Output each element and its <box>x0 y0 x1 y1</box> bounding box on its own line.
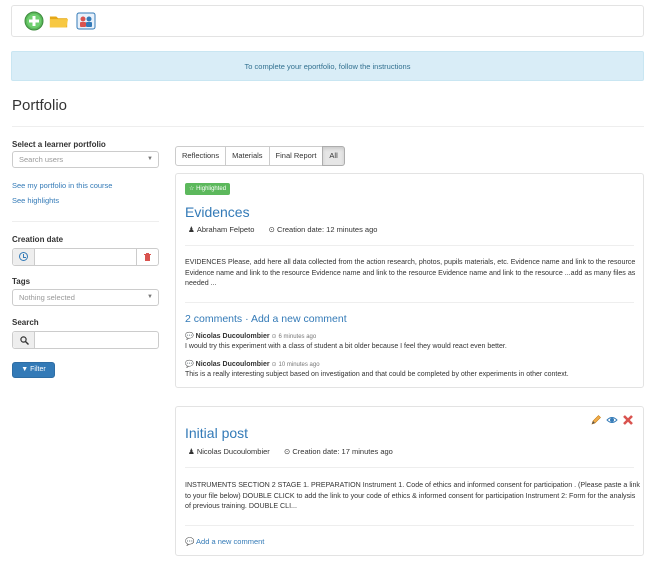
eye-icon[interactable] <box>606 414 618 426</box>
creation-date-label: Creation date <box>12 235 64 244</box>
caret-down-icon: ▼ <box>147 156 153 162</box>
post-card: ☆ Highlighted Evidences ♟ Abraham Felpet… <box>175 173 644 388</box>
post-divider <box>185 525 634 526</box>
highlighted-badge: ☆ Highlighted <box>185 183 231 195</box>
delete-x-icon[interactable] <box>622 414 634 426</box>
post-author: Nicolas Ducoulombier <box>196 447 270 456</box>
post-divider <box>185 302 634 303</box>
post-meta: ♟ Nicolas Ducoulombier ⊙ Creation date: … <box>188 447 393 456</box>
post-actions <box>589 414 634 429</box>
tab-materials[interactable]: Materials <box>225 146 270 166</box>
search-group <box>12 331 159 349</box>
user-icon: ♟ <box>188 225 195 234</box>
pencil-icon[interactable] <box>590 414 602 426</box>
sidebar-divider <box>12 221 159 222</box>
category-tabs: Reflections Materials Final Report All <box>175 146 345 166</box>
add-comment-label: Add a new comment <box>196 537 265 546</box>
tags-placeholder: Nothing selected <box>19 293 75 302</box>
clock-icon: ⊙ <box>268 225 275 234</box>
highlighted-badge-label: Highlighted <box>196 186 227 192</box>
caret-down-icon: ▼ <box>147 294 153 300</box>
clock-icon: ⊙ <box>283 447 291 456</box>
page-title: Portfolio <box>12 97 68 114</box>
comment-time: 10 minutes ago <box>278 362 320 368</box>
post-body: EVIDENCES Please, add here all data coll… <box>185 258 636 288</box>
comment-text: This is a really interesting subject bas… <box>185 371 569 378</box>
star-icon: ☆ <box>189 186 195 192</box>
clear-date-button[interactable] <box>136 249 158 265</box>
comment-icon: 💬 <box>185 361 194 368</box>
search-icon <box>20 336 29 345</box>
filter-icon: ▼ <box>21 366 29 373</box>
users-icon[interactable] <box>76 11 96 31</box>
trash-icon <box>144 253 151 261</box>
user-icon: ♟ <box>188 447 195 456</box>
comment-item: 💬 Nicolas Ducoulombier ⊙ 6 minutes ago I… <box>185 332 640 352</box>
post-divider <box>185 245 634 246</box>
post-title[interactable]: Evidences <box>185 204 250 220</box>
clock-icon <box>19 252 28 261</box>
plus-circle-icon[interactable] <box>24 11 44 31</box>
date-picker-button[interactable] <box>13 249 35 265</box>
filter-button-label: Filter <box>30 366 46 373</box>
tags-select[interactable]: Nothing selected ▼ <box>12 289 159 306</box>
comment-author: Nicolas Ducoulombier <box>195 333 270 340</box>
filter-button[interactable]: ▼ Filter <box>12 362 55 378</box>
highlights-link[interactable]: See highlights <box>12 196 59 205</box>
search-button[interactable] <box>13 332 35 348</box>
my-portfolio-link[interactable]: See my portfolio in this course <box>12 181 112 190</box>
comment-time: 6 minutes ago <box>278 334 317 340</box>
comment-text: I would try this experiment with a class… <box>185 343 507 350</box>
folder-icon[interactable] <box>49 11 69 31</box>
search-input[interactable] <box>36 332 156 348</box>
creation-date-input[interactable] <box>36 249 136 265</box>
toolbar <box>11 5 644 37</box>
clock-icon: ⊙ <box>271 362 277 368</box>
tab-reflections[interactable]: Reflections <box>175 146 227 166</box>
creation-date-group <box>12 248 159 266</box>
clock-icon: ⊙ <box>271 334 277 340</box>
comment-icon: 💬 <box>185 333 194 340</box>
add-comment-link[interactable]: 💬 Add a new comment <box>185 537 264 546</box>
post-divider <box>185 467 634 468</box>
post-created: Creation date: 12 minutes ago <box>276 225 378 234</box>
post-title[interactable]: Initial post <box>185 425 248 441</box>
post-body: INSTRUMENTS SECTION 2 STAGE 1. PREPARATI… <box>185 481 640 511</box>
post-created: Creation date: 17 minutes ago <box>292 447 393 456</box>
learner-search-select[interactable]: Search users ▼ <box>12 151 159 168</box>
tab-all[interactable]: All <box>322 146 345 166</box>
post-card: Initial post ♟ Nicolas Ducoulombier ⊙ Cr… <box>175 406 644 556</box>
comment-item: 💬 Nicolas Ducoulombier ⊙ 10 minutes ago … <box>185 360 640 380</box>
search-label: Search <box>12 318 39 327</box>
tags-label: Tags <box>12 277 31 286</box>
comment-author: Nicolas Ducoulombier <box>195 361 270 368</box>
title-divider <box>12 126 644 127</box>
comments-heading[interactable]: 2 comments · Add a new comment <box>185 313 347 325</box>
info-banner: To complete your eportfolio, follow the … <box>11 51 644 81</box>
post-author: Abraham Felpeto <box>196 225 255 234</box>
learner-search-placeholder: Search users <box>19 155 64 164</box>
post-meta: ♟ Abraham Felpeto ⊙ Creation date: 12 mi… <box>188 225 377 234</box>
comment-icon: 💬 <box>185 537 195 546</box>
learner-portfolio-label: Select a learner portfolio <box>12 140 106 149</box>
tab-final-report[interactable]: Final Report <box>268 146 324 166</box>
